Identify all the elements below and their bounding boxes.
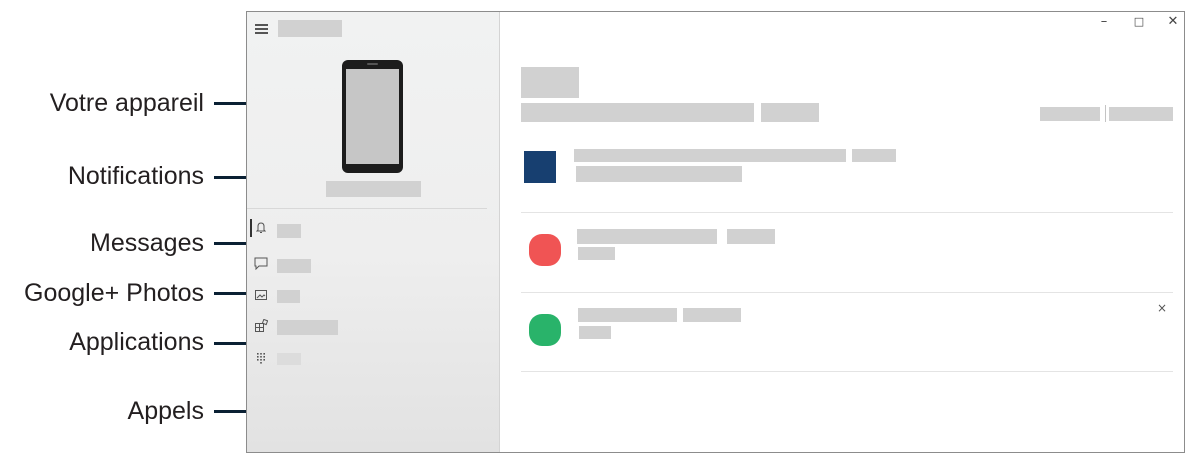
nav-item-photos[interactable] (247, 285, 499, 307)
header-action-placeholder[interactable] (1109, 107, 1173, 121)
page-subtitle-placeholder (521, 103, 754, 122)
nav-item-notifications[interactable] (247, 217, 499, 241)
nav-label-placeholder (277, 259, 311, 273)
notification-divider (521, 371, 1173, 372)
nav-item-messages[interactable] (247, 252, 499, 276)
minimize-button[interactable]: – (1096, 14, 1112, 30)
hamburger-menu-icon[interactable] (255, 24, 268, 34)
dialpad-icon (257, 353, 265, 364)
notification-time-placeholder (683, 308, 741, 322)
app-title-placeholder (278, 20, 342, 37)
callout-appels: Appels (127, 397, 204, 425)
callout-notifications: Notifications (67, 162, 204, 190)
page-title-placeholder (521, 67, 579, 98)
image-icon (255, 290, 267, 300)
nav-item-applications[interactable] (247, 316, 499, 340)
header-action-separator (1105, 105, 1106, 122)
apps-grid-icon (255, 319, 268, 332)
notification-divider (521, 212, 1173, 213)
bell-icon (256, 222, 266, 233)
callout-google-photos: Google+ Photos (24, 279, 204, 307)
nav-label-placeholder (277, 224, 301, 238)
nav-item-calls[interactable] (247, 349, 499, 371)
header-action-placeholder[interactable] (1040, 107, 1100, 121)
chat-bubble-icon (254, 257, 268, 270)
callout-messages: Messages (90, 229, 204, 257)
notification-item[interactable] (521, 146, 1173, 212)
phone-device-illustration[interactable] (342, 60, 403, 173)
dismiss-notification-button[interactable]: × (1156, 302, 1168, 314)
notification-body-placeholder (578, 247, 615, 260)
notification-divider (521, 292, 1173, 293)
notification-title-placeholder (574, 149, 846, 162)
notification-title-placeholder (578, 308, 677, 322)
notification-time-placeholder (852, 149, 896, 162)
your-phone-window: – □ ✕ × (246, 11, 1185, 453)
notification-title-placeholder (577, 229, 717, 244)
sidebar-divider (247, 208, 487, 209)
rounded-app-icon (529, 314, 561, 346)
square-app-icon (524, 151, 556, 183)
notification-time-placeholder (727, 229, 775, 244)
rounded-app-icon (529, 234, 561, 266)
callout-applications: Applications (69, 328, 204, 356)
nav-label-placeholder (277, 320, 338, 335)
callout-votre-appareil: Votre appareil (49, 89, 204, 117)
maximize-button[interactable]: □ (1131, 14, 1147, 30)
notification-body-placeholder (579, 326, 611, 339)
notification-item[interactable] (521, 224, 1173, 292)
notification-body-placeholder (576, 166, 742, 182)
nav-label-placeholder (277, 353, 301, 365)
device-name-placeholder (326, 181, 421, 197)
page-subtitle-link-placeholder[interactable] (761, 103, 819, 122)
sidebar (247, 12, 500, 452)
close-button[interactable]: ✕ (1165, 14, 1181, 30)
notification-item[interactable]: × (521, 302, 1173, 370)
nav-label-placeholder (277, 290, 300, 303)
